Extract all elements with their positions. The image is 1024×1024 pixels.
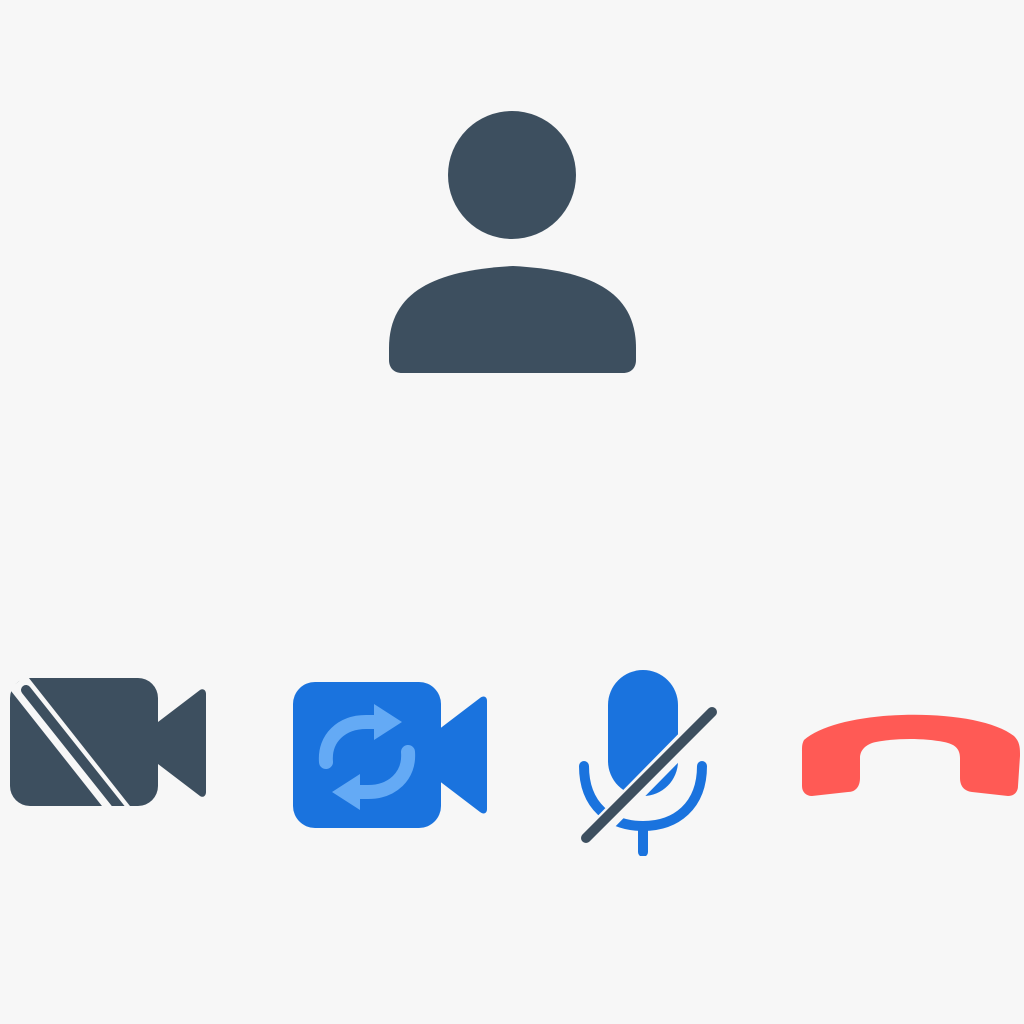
- phone-hangup-icon: [802, 714, 1020, 796]
- call-controls: [0, 660, 1024, 870]
- switch-camera-button[interactable]: [290, 680, 490, 830]
- mute-mic-button[interactable]: [574, 666, 722, 856]
- camera-switch-icon: [293, 682, 487, 828]
- caller-avatar: [388, 110, 638, 375]
- end-call-button[interactable]: [800, 696, 1022, 800]
- microphone-off-icon: [579, 670, 720, 856]
- call-screen: [0, 0, 1024, 1024]
- video-camera-off-icon: [9, 675, 206, 806]
- person-icon: [389, 111, 636, 373]
- camera-off-button[interactable]: [8, 674, 210, 806]
